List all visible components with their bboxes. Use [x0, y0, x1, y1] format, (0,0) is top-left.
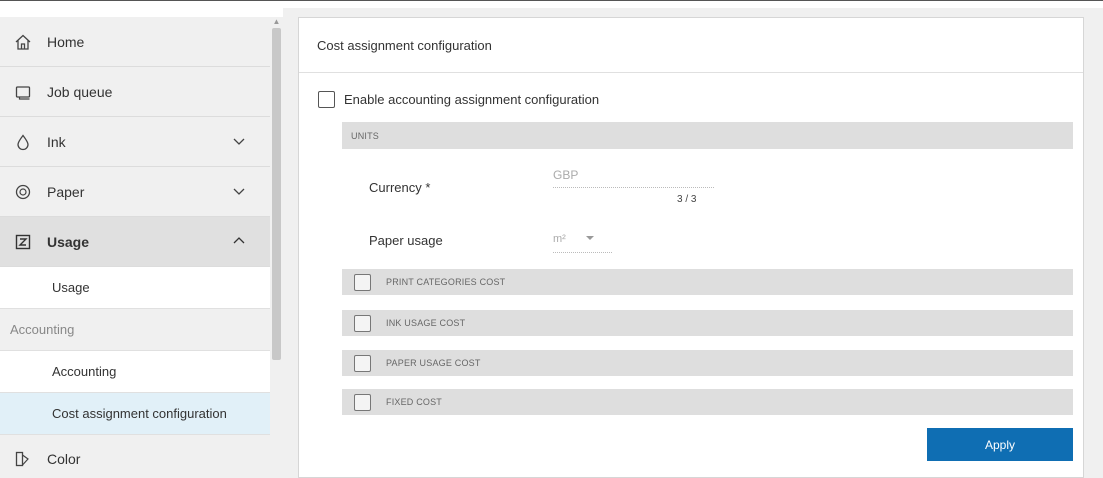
ink-usage-checkbox[interactable]	[354, 314, 371, 332]
paper-roll-icon	[13, 182, 33, 202]
job-queue-icon	[13, 82, 33, 102]
sidebar-subitem-accounting[interactable]: Accounting	[0, 351, 270, 393]
units-header: UNITS	[342, 122, 1073, 149]
enable-accounting-label: Enable accounting assignment configurati…	[344, 92, 600, 107]
sidebar-item-job-queue[interactable]: Job queue	[0, 67, 270, 117]
page-title: Cost assignment configuration	[317, 38, 492, 53]
sidebar-item-ink[interactable]: Ink	[0, 117, 270, 167]
sidebar-scroll-thumb[interactable]	[272, 28, 281, 360]
sidebar: Home Job queue Ink Paper Usage Usage Acc…	[0, 17, 283, 478]
top-rule	[0, 0, 1103, 8]
section-label: PAPER USAGE COST	[386, 358, 481, 368]
currency-value: GBP	[553, 168, 579, 182]
sidebar-item-label: Usage	[52, 280, 90, 295]
sidebar-group-accounting: Accounting	[0, 309, 270, 351]
scroll-up-icon[interactable]: ▲	[272, 17, 281, 26]
sidebar-item-label: Accounting	[52, 364, 117, 379]
sidebar-item-label: Color	[47, 451, 81, 467]
section-paper-usage: PAPER USAGE COST	[342, 350, 1073, 376]
sidebar-item-label: Job queue	[47, 83, 113, 100]
currency-input[interactable]: GBP	[553, 168, 714, 188]
sidebar-item-color[interactable]: Color	[0, 435, 270, 478]
config-card: Cost assignment configuration Enable acc…	[298, 17, 1084, 478]
paper-usage-value: m²	[553, 233, 566, 245]
sidebar-item-label: Paper	[47, 183, 85, 200]
paper-usage-select[interactable]: m²	[553, 233, 612, 253]
sidebar-item-label: Ink	[47, 133, 66, 150]
units-header-label: UNITS	[351, 130, 379, 141]
title-divider	[299, 72, 1083, 73]
paper-usage-checkbox[interactable]	[354, 354, 371, 372]
chevron-up-icon[interactable]	[232, 234, 246, 248]
sidebar-item-label: Cost assignment configuration	[52, 406, 227, 421]
sidebar-item-home[interactable]: Home	[0, 17, 270, 67]
sidebar-group-label: Accounting	[10, 322, 75, 337]
section-print-categories: PRINT CATEGORIES COST	[342, 269, 1073, 295]
sidebar-item-label: Home	[47, 33, 85, 50]
currency-label: Currency *	[369, 180, 431, 195]
chevron-down-icon[interactable]	[232, 184, 246, 198]
currency-char-count: 3 / 3	[677, 194, 697, 205]
home-icon	[13, 32, 33, 52]
section-label: FIXED COST	[386, 397, 443, 407]
sidebar-subitem-cost-assignment[interactable]: Cost assignment configuration	[0, 393, 270, 435]
section-label: PRINT CATEGORIES COST	[386, 277, 506, 287]
print-categories-checkbox[interactable]	[354, 273, 371, 291]
dropdown-caret-icon	[586, 236, 594, 240]
sidebar-item-label: Usage	[47, 233, 90, 250]
sidebar-subitem-usage[interactable]: Usage	[0, 267, 270, 309]
paper-usage-label: Paper usage	[369, 233, 443, 248]
chevron-down-icon[interactable]	[232, 134, 246, 148]
section-ink-usage: INK USAGE COST	[342, 310, 1073, 336]
usage-icon	[13, 232, 33, 252]
color-icon	[13, 449, 33, 469]
enable-accounting-row[interactable]: Enable accounting assignment configurati…	[318, 91, 599, 108]
section-fixed: FIXED COST	[342, 389, 1073, 415]
ink-drop-icon	[13, 132, 33, 152]
apply-button[interactable]: Apply	[927, 428, 1073, 461]
fixed-cost-checkbox[interactable]	[354, 393, 371, 411]
sidebar-item-usage[interactable]: Usage	[0, 217, 270, 267]
enable-accounting-checkbox[interactable]	[318, 91, 335, 108]
section-label: INK USAGE COST	[386, 318, 466, 328]
sidebar-item-paper[interactable]: Paper	[0, 167, 270, 217]
